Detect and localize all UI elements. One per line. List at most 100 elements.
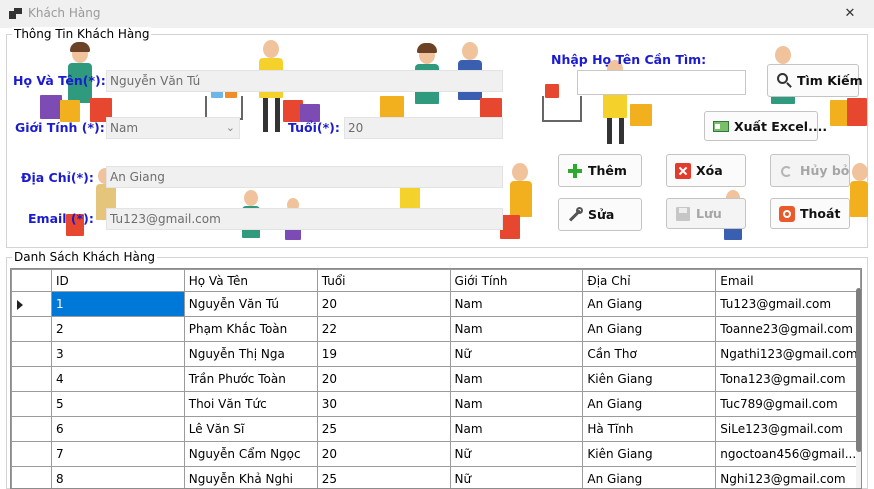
table-cell[interactable]: 1	[50, 291, 185, 317]
table-cell[interactable]: Nữ	[449, 441, 584, 467]
title-bar: Khách Hàng ✕	[0, 0, 874, 28]
edit-button-label: Sửa	[588, 207, 615, 222]
row-header[interactable]	[11, 366, 52, 392]
table-cell[interactable]: Cần Thơ	[582, 341, 717, 367]
table-row[interactable]: 6 Lê Văn Sĩ 25 Nam Hà Tĩnh SiLe123@gmail…	[11, 416, 861, 442]
table-cell[interactable]: Nam	[449, 366, 584, 392]
save-button-label: Lưu	[696, 206, 722, 221]
table-cell[interactable]: Nguyễn Văn Tú	[183, 291, 318, 317]
table-cell[interactable]: Lê Văn Sĩ	[183, 416, 318, 442]
table-row[interactable]: 4 Trần Phước Toàn 20 Nam Kiên Giang Tona…	[11, 366, 861, 392]
table-row[interactable]: 2 Phạm Khắc Toàn 22 Nam An Giang Toanne2…	[11, 316, 861, 342]
table-cell[interactable]: An Giang	[582, 466, 717, 488]
table-cell[interactable]: An Giang	[582, 316, 717, 342]
row-header[interactable]	[11, 441, 52, 467]
table-cell[interactable]: Hà Tĩnh	[582, 416, 717, 442]
vertical-scrollbar[interactable]	[856, 288, 861, 488]
undo-icon	[779, 163, 795, 179]
table-cell[interactable]: Nguyễn Cẩm Ngọc	[183, 441, 318, 467]
cancel-button[interactable]: Hủy bỏ	[770, 154, 850, 187]
table-cell[interactable]: 3	[50, 341, 185, 367]
search-button[interactable]: Tìm Kiếm	[767, 64, 863, 97]
column-header-address[interactable]: Địa Chỉ	[582, 269, 717, 292]
close-icon[interactable]: ✕	[836, 4, 864, 24]
table-cell[interactable]: 2	[50, 316, 185, 342]
table-cell[interactable]: Kiên Giang	[582, 441, 717, 467]
table-cell[interactable]: 25	[316, 466, 451, 488]
search-input[interactable]	[577, 70, 746, 95]
table-row[interactable]: 3 Nguyễn Thị Nga 19 Nữ Cần Thơ Ngathi123…	[11, 341, 861, 367]
export-excel-button[interactable]: Xuất Excel....	[704, 111, 827, 141]
close-icon	[675, 162, 691, 179]
table-cell[interactable]: 5	[50, 391, 185, 417]
table-row[interactable]: 8 Nguyễn Khả Nghi 25 Nữ An Giang Nghi123…	[11, 466, 861, 488]
gender-select-value: Nam	[110, 121, 139, 135]
gender-select[interactable]: Nam ⌄	[106, 117, 240, 139]
edit-button[interactable]: Sửa	[558, 198, 642, 231]
add-button[interactable]: Thêm	[558, 154, 642, 187]
row-header[interactable]	[11, 316, 52, 342]
table-cell[interactable]: 19	[316, 341, 451, 367]
table-cell[interactable]: Tona123@gmail.com	[715, 366, 861, 392]
table-cell[interactable]: Thoi Văn Tức	[183, 391, 318, 417]
table-cell[interactable]: ngoctoan456@gmail....	[715, 441, 861, 467]
address-field[interactable]: An Giang	[106, 166, 503, 188]
table-cell[interactable]: Nam	[449, 416, 584, 442]
table-cell[interactable]: Kiên Giang	[582, 366, 717, 392]
name-field[interactable]: Nguyễn Văn Tú	[106, 70, 503, 92]
table-cell[interactable]: 20	[316, 366, 451, 392]
email-field[interactable]: Tu123@gmail.com	[106, 208, 503, 230]
table-cell[interactable]: 30	[316, 391, 451, 417]
row-header[interactable]	[11, 291, 52, 317]
row-header[interactable]	[11, 391, 52, 417]
table-row[interactable]: 1 Nguyễn Văn Tú 20 Nam An Giang Tu123@gm…	[11, 291, 861, 317]
table-cell[interactable]: Phạm Khắc Toàn	[183, 316, 318, 342]
chevron-down-icon: ⌄	[225, 121, 235, 134]
table-row[interactable]: 7 Nguyễn Cẩm Ngọc 20 Nữ Kiên Giang ngoct…	[11, 441, 861, 467]
table-cell[interactable]: An Giang	[582, 291, 717, 317]
table-row[interactable]: 5 Thoi Văn Tức 30 Nam An Giang Tuc789@gm…	[11, 391, 861, 417]
exit-button[interactable]: Thoát	[770, 198, 850, 229]
delete-button[interactable]: Xóa	[666, 154, 746, 187]
column-header-id[interactable]: ID	[50, 269, 185, 292]
column-header-name[interactable]: Họ Và Tên	[183, 269, 318, 292]
save-icon	[675, 206, 691, 222]
column-header-age[interactable]: Tuổi	[316, 269, 451, 292]
table-cell[interactable]: Nghi123@gmail.com	[715, 466, 861, 488]
table-cell[interactable]: 20	[316, 291, 451, 317]
table-cell[interactable]: Nguyễn Thị Nga	[183, 341, 318, 367]
scrollbar-thumb[interactable]	[856, 288, 861, 452]
table-cell[interactable]: 6	[50, 416, 185, 442]
table-cell[interactable]: 4	[50, 366, 185, 392]
table-cell[interactable]: Nam	[449, 391, 584, 417]
column-header-email[interactable]: Email	[715, 269, 861, 292]
column-header-gender[interactable]: Giới Tính	[449, 269, 584, 292]
table-cell[interactable]: Nữ	[449, 466, 584, 488]
row-header-corner	[11, 269, 52, 292]
table-cell[interactable]: Nữ	[449, 341, 584, 367]
table-cell[interactable]: Toanne23@gmail.com	[715, 316, 861, 342]
table-cell[interactable]: Nam	[449, 316, 584, 342]
current-row-arrow-icon	[17, 300, 23, 310]
table-cell[interactable]: 7	[50, 441, 185, 467]
table-cell[interactable]: 20	[316, 441, 451, 467]
table-cell[interactable]: Ngathi123@gmail.com	[715, 341, 861, 367]
table-cell[interactable]: SiLe123@gmail.com	[715, 416, 861, 442]
table-cell[interactable]: Tuc789@gmail.com	[715, 391, 861, 417]
table-cell[interactable]: Tu123@gmail.com	[715, 291, 861, 317]
row-header[interactable]	[11, 416, 52, 442]
save-button[interactable]: Lưu	[666, 198, 746, 229]
table-cell[interactable]: Nam	[449, 291, 584, 317]
search-icon	[776, 72, 792, 89]
table-cell[interactable]: 8	[50, 466, 185, 488]
app-icon	[9, 8, 22, 19]
age-field[interactable]: 20	[344, 117, 503, 139]
table-cell[interactable]: 22	[316, 316, 451, 342]
table-cell[interactable]: Nguyễn Khả Nghi	[183, 466, 318, 488]
table-cell[interactable]: An Giang	[582, 391, 717, 417]
table-cell[interactable]: 25	[316, 416, 451, 442]
table-cell[interactable]: Trần Phước Toàn	[183, 366, 318, 392]
row-header[interactable]	[11, 341, 52, 367]
row-header[interactable]	[11, 466, 52, 488]
customer-grid[interactable]: ID Họ Và Tên Tuổi Giới Tính Địa Chỉ Emai…	[10, 268, 862, 489]
